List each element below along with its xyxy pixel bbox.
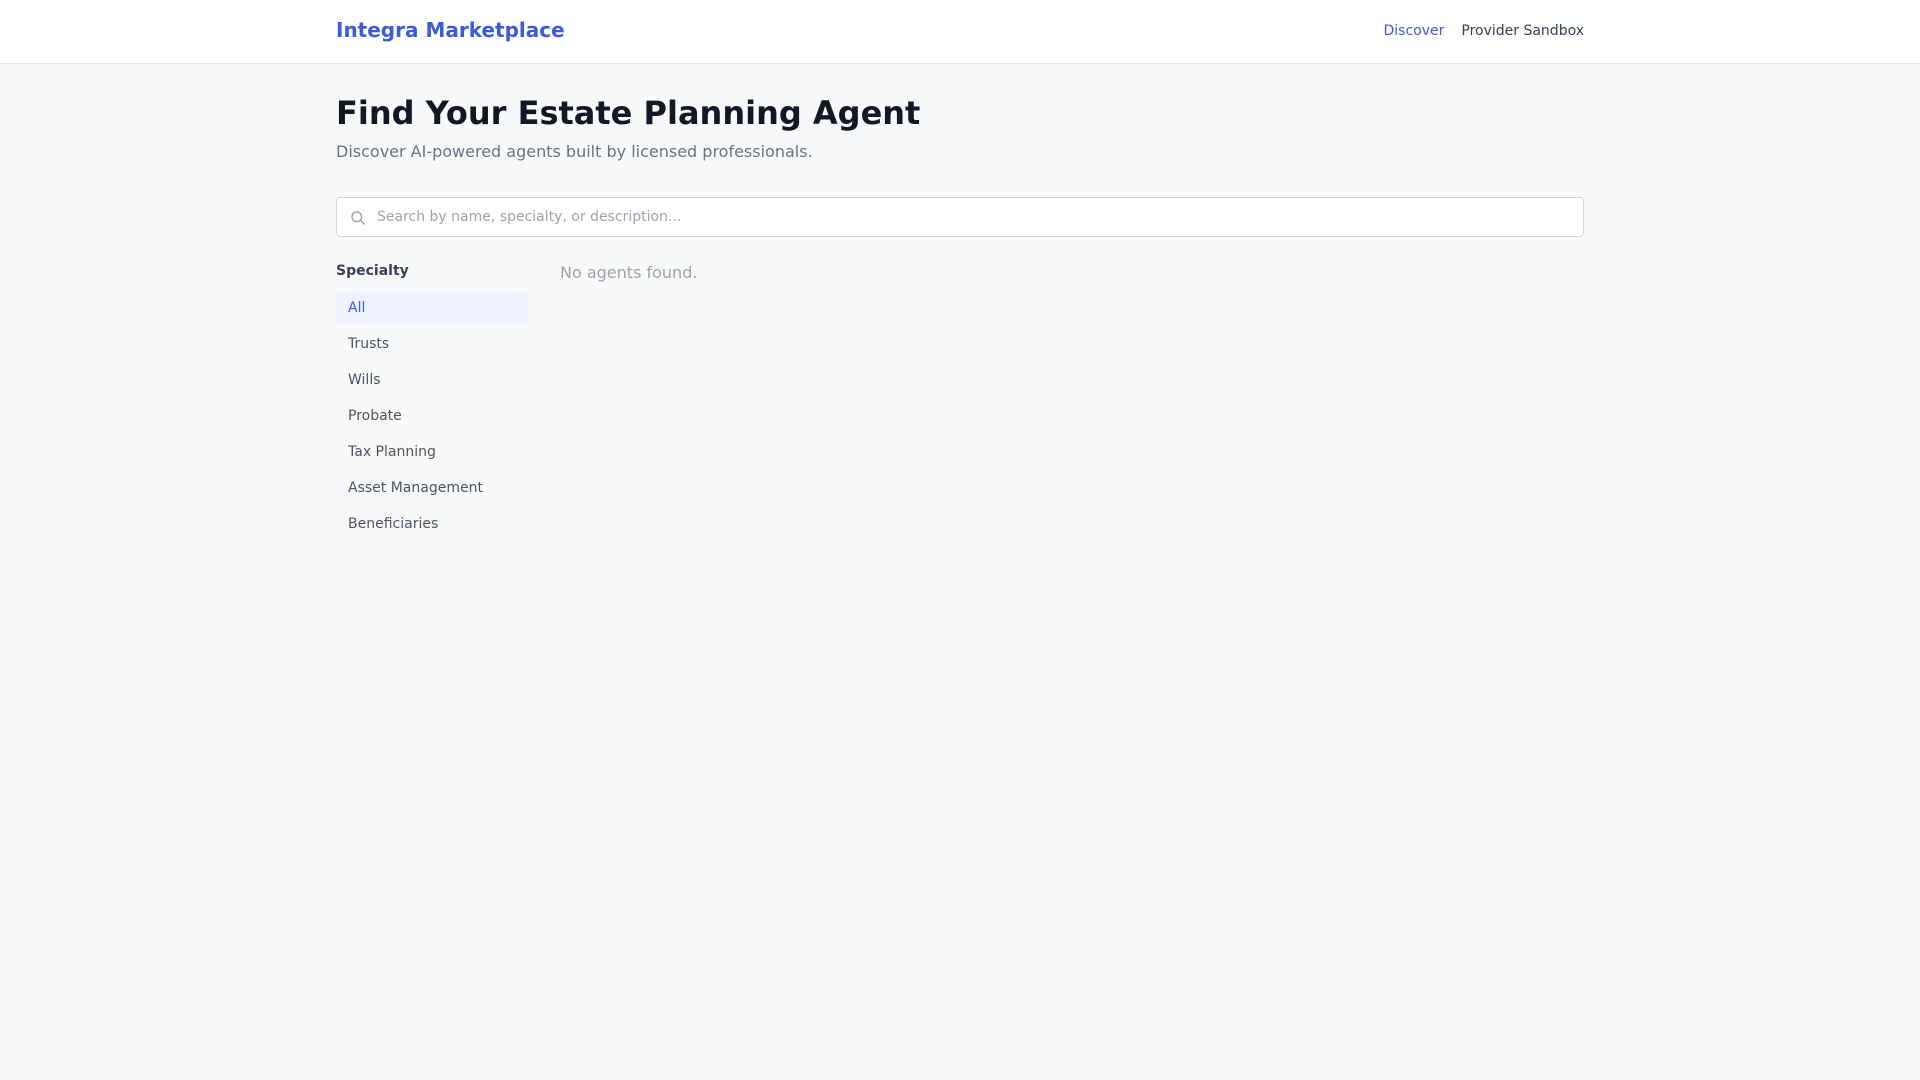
top-navbar: Integra Marketplace Discover Provider Sa… [0, 0, 1920, 64]
brand-logo-link[interactable]: Integra Marketplace [336, 18, 565, 42]
filter-trusts[interactable]: Trusts [336, 328, 528, 360]
filter-beneficiaries[interactable]: Beneficiaries [336, 508, 528, 540]
search-icon [350, 210, 366, 226]
filter-tax-planning[interactable]: Tax Planning [336, 436, 528, 468]
specialty-filter-sidebar: Specialty All Trusts Wills Probate Tax P… [336, 262, 528, 544]
page-subtitle: Discover AI-powered agents built by lice… [336, 142, 813, 161]
search-box [336, 197, 1584, 237]
main-nav: Discover Provider Sandbox [1383, 23, 1584, 39]
filter-all[interactable]: All [336, 292, 528, 324]
page-title: Find Your Estate Planning Agent [336, 94, 921, 132]
empty-results-message: No agents found. [560, 263, 698, 282]
filter-wills[interactable]: Wills [336, 364, 528, 396]
filter-probate[interactable]: Probate [336, 400, 528, 432]
filter-asset-management[interactable]: Asset Management [336, 472, 528, 504]
specialty-heading: Specialty [336, 263, 409, 279]
nav-provider-sandbox-link[interactable]: Provider Sandbox [1461, 23, 1584, 39]
search-input[interactable] [377, 198, 1577, 236]
nav-discover-link[interactable]: Discover [1383, 23, 1444, 39]
